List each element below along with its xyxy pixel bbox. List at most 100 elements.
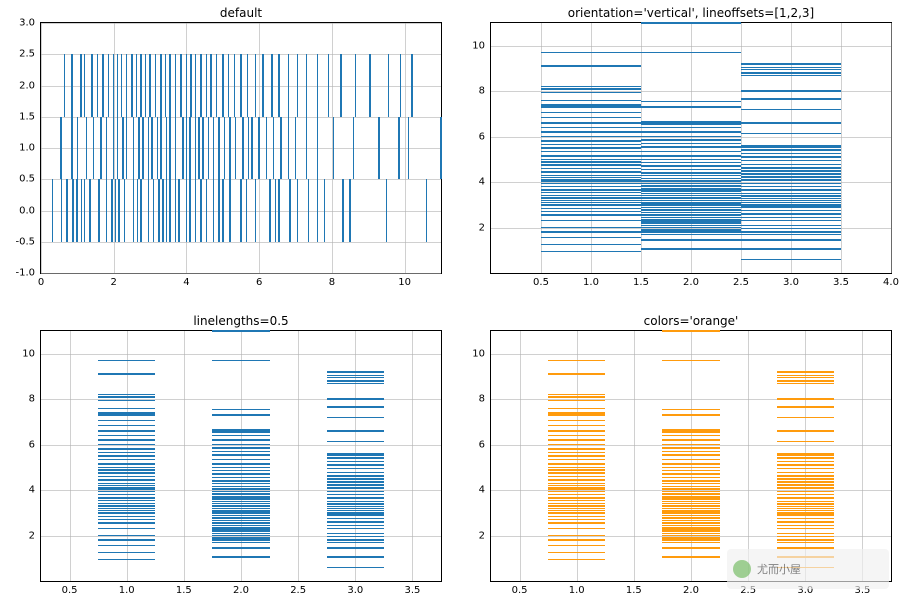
event-segment xyxy=(641,146,741,147)
event-segment xyxy=(541,104,641,105)
event-segment xyxy=(548,425,605,426)
event-segment xyxy=(327,512,384,513)
event-segment xyxy=(155,54,156,117)
y-tick-label: 10 xyxy=(472,348,485,359)
event-segment xyxy=(641,172,741,173)
event-segment xyxy=(212,515,269,516)
event-segment xyxy=(662,505,719,506)
event-segment xyxy=(180,54,181,117)
event-segment xyxy=(541,164,641,165)
event-segment xyxy=(541,88,641,89)
axes-title: orientation='vertical', lineoffsets=[1,2… xyxy=(568,6,814,20)
event-segment xyxy=(327,487,384,488)
event-segment xyxy=(741,75,841,76)
event-segment xyxy=(741,206,841,207)
event-segment xyxy=(741,193,841,194)
event-segment xyxy=(641,214,741,215)
event-segment xyxy=(113,54,114,117)
event-segment xyxy=(641,151,741,152)
event-segment xyxy=(541,186,641,187)
event-segment xyxy=(541,155,641,156)
event-segment xyxy=(212,444,269,445)
event-segment xyxy=(548,360,605,361)
event-segment xyxy=(218,179,219,242)
event-segment xyxy=(317,179,318,242)
event-segment xyxy=(662,488,719,489)
event-segment xyxy=(662,429,719,430)
gridline xyxy=(641,23,642,273)
event-segment xyxy=(662,454,719,455)
event-segment xyxy=(210,54,211,117)
event-segment xyxy=(548,420,605,421)
event-segment xyxy=(212,447,269,448)
event-segment xyxy=(548,512,605,513)
event-segment xyxy=(741,234,841,235)
event-segment xyxy=(234,54,235,117)
event-segment xyxy=(198,117,199,180)
event-segment xyxy=(117,117,118,180)
event-segment xyxy=(541,144,641,145)
event-segment xyxy=(98,552,155,553)
event-segment xyxy=(741,217,841,218)
event-segment xyxy=(212,522,269,523)
event-segment xyxy=(641,227,741,228)
event-segment xyxy=(548,439,605,440)
event-segment xyxy=(662,547,719,548)
event-segment xyxy=(212,463,269,464)
event-segment xyxy=(741,176,841,177)
event-segment xyxy=(548,552,605,553)
axes-title: linelengths=0.5 xyxy=(193,314,288,328)
event-segment xyxy=(548,483,605,484)
event-segment xyxy=(166,179,167,242)
event-segment xyxy=(741,220,841,221)
event-segment xyxy=(641,234,741,235)
event-segment xyxy=(175,54,176,117)
event-segment xyxy=(662,491,719,492)
gridline xyxy=(634,331,635,581)
x-tick-label: 3.5 xyxy=(833,277,849,288)
event-segment xyxy=(306,54,307,117)
event-segment xyxy=(541,202,641,203)
event-segment xyxy=(91,54,92,117)
event-segment xyxy=(541,231,641,232)
event-segment xyxy=(641,121,741,122)
event-segment xyxy=(333,117,334,180)
event-segment xyxy=(541,122,641,123)
event-segment xyxy=(327,371,384,372)
event-segment xyxy=(741,239,841,240)
event-segment xyxy=(212,491,269,492)
event-segment xyxy=(222,179,223,242)
event-segment xyxy=(98,505,155,506)
event-segment xyxy=(258,117,259,180)
event-segment xyxy=(229,117,230,180)
y-tick-label: 2 xyxy=(479,222,485,233)
x-tick-label: 2.0 xyxy=(683,585,699,596)
event-segment xyxy=(741,195,841,196)
event-segment xyxy=(98,408,155,409)
event-segment xyxy=(741,98,841,99)
event-segment xyxy=(641,127,741,128)
event-segment xyxy=(212,496,269,497)
event-segment xyxy=(98,494,155,495)
event-segment xyxy=(98,467,155,468)
event-segment xyxy=(541,65,641,66)
event-segment xyxy=(61,179,62,242)
event-segment xyxy=(662,537,719,538)
event-segment xyxy=(98,463,155,464)
x-tick-label: 1.0 xyxy=(119,585,135,596)
event-segment xyxy=(400,54,401,117)
event-segment xyxy=(777,512,834,513)
event-segment xyxy=(548,519,605,520)
event-segment xyxy=(662,527,719,528)
x-tick-label: 2 xyxy=(111,277,117,288)
x-tick-label: 8 xyxy=(329,277,335,288)
event-segment xyxy=(741,69,841,70)
event-segment xyxy=(98,516,155,517)
event-segment xyxy=(98,459,155,460)
event-segment xyxy=(548,489,605,490)
event-segment xyxy=(153,179,154,242)
event-segment xyxy=(777,528,834,529)
event-segment xyxy=(662,447,719,448)
event-segment xyxy=(777,377,834,378)
event-segment xyxy=(98,483,155,484)
